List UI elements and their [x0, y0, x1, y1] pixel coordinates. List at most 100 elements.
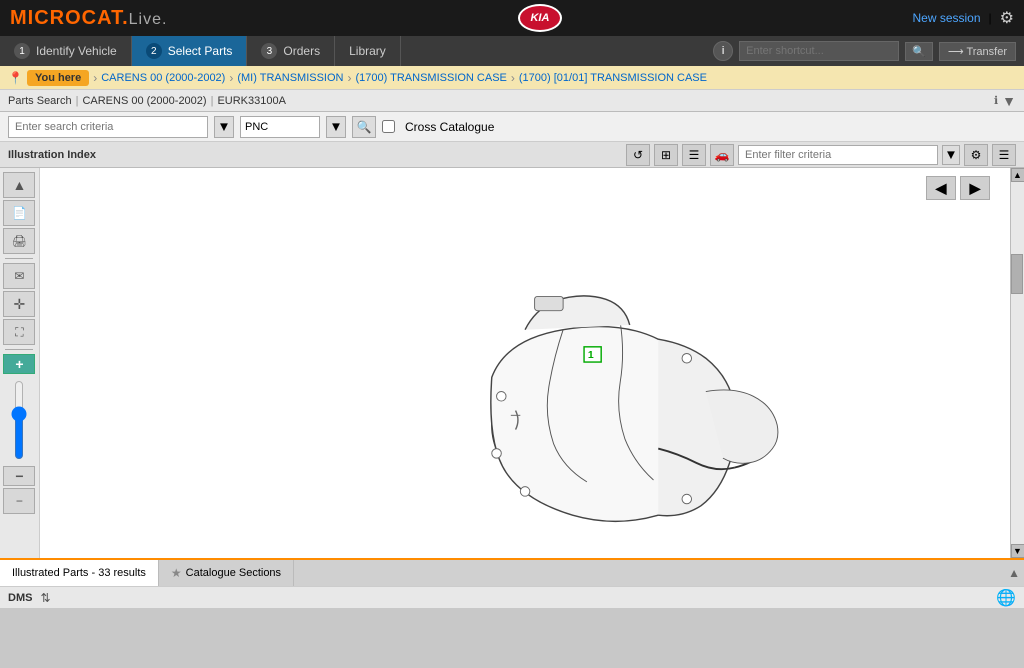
- location-pin-icon: 📍: [8, 71, 23, 85]
- next-diagram-button[interactable]: ▶: [960, 176, 990, 200]
- kia-brand-logo: KIA: [518, 4, 562, 32]
- filter-dropdown-button[interactable]: ▼: [942, 145, 960, 165]
- page-button[interactable]: 📄: [3, 200, 35, 226]
- illustration-title: Illustration Index: [8, 149, 622, 161]
- main-content-area: ▲ 📄 🖨 ✉ ✛ ⛶ + − − ◀ ▶: [0, 168, 1024, 558]
- car-view-button[interactable]: 🚗: [710, 144, 734, 166]
- bottom-tab-right: ▲: [1008, 560, 1024, 586]
- diagram-container: ◀ ▶: [40, 168, 1010, 558]
- email-button[interactable]: ✉: [3, 263, 35, 289]
- parts-info-icon[interactable]: ℹ: [994, 94, 998, 107]
- parts-diagram: 1 24 12 11 10 (-010413) 14 17 27: [40, 168, 1010, 558]
- part-number-1: 1: [588, 350, 594, 361]
- status-bar-right: 🌐: [996, 588, 1016, 608]
- star-icon: ★: [171, 566, 182, 580]
- bc-transmission[interactable]: (MI) TRANSMISSION: [237, 72, 343, 84]
- scroll-up-button[interactable]: ▲: [3, 172, 35, 198]
- vehicle-label: CARENS 00 (2000-2002): [82, 95, 206, 107]
- zoom-min-button[interactable]: −: [3, 488, 35, 514]
- tab-num-1: 1: [14, 43, 30, 59]
- scroll-track-area: [1011, 182, 1024, 544]
- tab-orders[interactable]: 3 Orders: [247, 36, 335, 66]
- parts-filter-icon[interactable]: ▼: [1002, 93, 1016, 109]
- tab-illustrated-parts[interactable]: Illustrated Parts - 33 results: [0, 560, 159, 586]
- nav-right-controls: i 🔍 ⟶ Transfer: [713, 36, 1024, 66]
- info-button[interactable]: i: [713, 41, 733, 61]
- you-here-badge: You here: [27, 70, 89, 86]
- cross-catalogue-checkbox[interactable]: [382, 120, 395, 133]
- grid-view-button[interactable]: ⊞: [654, 144, 678, 166]
- bc-transmission-case[interactable]: (1700) TRANSMISSION CASE: [355, 72, 506, 84]
- shortcut-input[interactable]: [739, 41, 899, 61]
- scroll-thumb-vertical[interactable]: [1011, 254, 1023, 294]
- tab-identify-vehicle[interactable]: 1 Identify Vehicle: [0, 36, 132, 66]
- tab-label-orders: Orders: [283, 44, 320, 58]
- pnc-input[interactable]: [240, 116, 320, 138]
- bc-transmission-case-detail[interactable]: (1700) [01/01] TRANSMISSION CASE: [519, 72, 707, 84]
- pnc-dropdown-button[interactable]: ▼: [326, 116, 346, 138]
- dms-arrows-button[interactable]: ⇅: [40, 591, 50, 605]
- list-view-button[interactable]: ☰: [682, 144, 706, 166]
- logo-live: Live.: [129, 11, 168, 28]
- illustrated-parts-label: Illustrated Parts - 33 results: [12, 567, 146, 579]
- zoom-slider[interactable]: [9, 380, 29, 460]
- tab-label-library: Library: [349, 44, 386, 58]
- transmission-assembly: [491, 296, 778, 521]
- bc-arrow-1: ›: [93, 71, 97, 85]
- bottom-tabs: Illustrated Parts - 33 results ★ Catalog…: [0, 558, 1024, 586]
- toolbar-separator-2: [5, 349, 33, 350]
- catalogue-sections-label: Catalogue Sections: [186, 567, 281, 579]
- transfer-button[interactable]: ⟶ Transfer: [939, 42, 1016, 61]
- header-separator: |: [989, 11, 992, 25]
- tab-label-identify: Identify Vehicle: [36, 44, 117, 58]
- breadcrumb: 📍 You here › CARENS 00 (2000-2002) › (MI…: [0, 66, 1024, 90]
- left-toolbar: ▲ 📄 🖨 ✉ ✛ ⛶ + − −: [0, 168, 40, 558]
- bc-arrow-3: ›: [347, 71, 351, 85]
- search-criteria-input[interactable]: [8, 116, 208, 138]
- tab-num-2: 2: [146, 43, 162, 59]
- illustration-toolbar: Illustration Index ↺ ⊞ ☰ 🚗 ▼ ⚙ ☰: [0, 142, 1024, 168]
- fullscreen-button[interactable]: ⛶: [3, 319, 35, 345]
- search-execute-button[interactable]: 🔍: [352, 116, 376, 138]
- tab-library[interactable]: Library: [335, 36, 401, 66]
- logo-microcat: MICROCAT.: [10, 7, 129, 29]
- tab-label-select: Select Parts: [168, 44, 233, 58]
- search-row: ▼ ▼ 🔍 Cross Catalogue: [0, 112, 1024, 142]
- refresh-button[interactable]: ↺: [626, 144, 650, 166]
- right-scrollbar: ▲ ▼: [1010, 168, 1024, 558]
- app-header: MICROCAT.Live. KIA New session | ⚙: [0, 0, 1024, 36]
- move-button[interactable]: ✛: [3, 291, 35, 317]
- bc-arrow-2: ›: [229, 71, 233, 85]
- parts-search-label: Parts Search: [8, 95, 72, 107]
- app-logo: MICROCAT.Live.: [10, 7, 167, 30]
- globe-icon: 🌐: [996, 590, 1016, 607]
- cross-catalogue-label: Cross Catalogue: [405, 120, 494, 134]
- print-button[interactable]: 🖨: [3, 228, 35, 254]
- prev-diagram-button[interactable]: ◀: [926, 176, 956, 200]
- tab-catalogue-sections[interactable]: ★ Catalogue Sections: [159, 560, 294, 586]
- scroll-down-arrow[interactable]: ▼: [1011, 544, 1024, 558]
- dms-label: DMS: [8, 592, 32, 604]
- separator-2: |: [211, 95, 214, 107]
- bc-vehicle[interactable]: CARENS 00 (2000-2002): [101, 72, 225, 84]
- zoom-in-button[interactable]: +: [3, 354, 35, 374]
- tab-select-parts[interactable]: 2 Select Parts: [132, 36, 248, 66]
- toolbar-separator-1: [5, 258, 33, 259]
- filter-input[interactable]: [738, 145, 938, 165]
- scroll-up-arrow[interactable]: ▲: [1011, 168, 1024, 182]
- shortcut-search-button[interactable]: 🔍: [905, 42, 933, 61]
- parts-search-bar: Parts Search | CARENS 00 (2000-2002) | E…: [0, 90, 1024, 112]
- filter-options-button[interactable]: ⚙: [964, 144, 988, 166]
- search-criteria-dropdown[interactable]: ▼: [214, 116, 234, 138]
- nav-arrows: ◀ ▶: [926, 176, 990, 200]
- tab-num-3: 3: [261, 43, 277, 59]
- eurk-code: EURK33100A: [217, 95, 286, 107]
- new-session-link[interactable]: New session: [912, 11, 980, 25]
- more-options-button[interactable]: ☰: [992, 144, 1016, 166]
- bc-arrow-4: ›: [511, 71, 515, 85]
- zoom-out-button[interactable]: −: [3, 466, 35, 486]
- status-bar: DMS ⇅ 🌐: [0, 586, 1024, 608]
- settings-button[interactable]: ⚙: [1000, 8, 1014, 28]
- expand-button[interactable]: ▲: [1008, 566, 1020, 580]
- header-right: New session | ⚙: [912, 8, 1014, 28]
